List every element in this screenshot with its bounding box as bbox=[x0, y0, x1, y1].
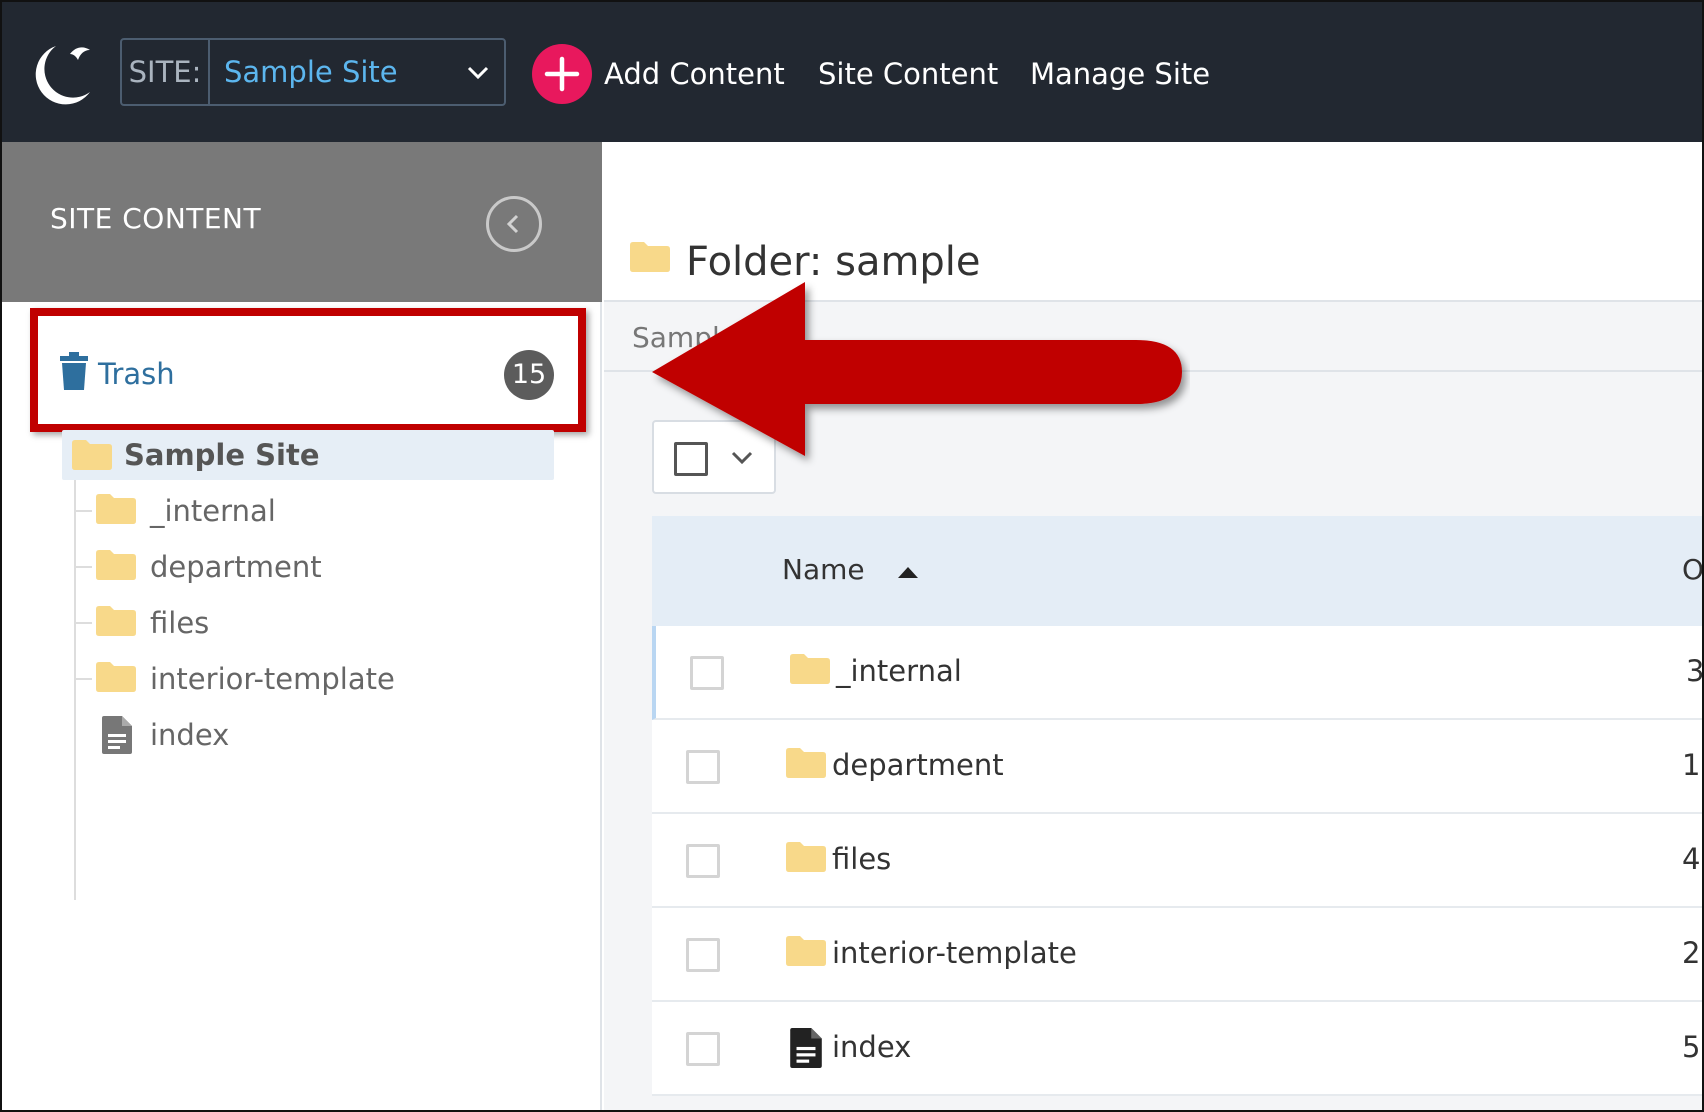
site-name: Sample Site bbox=[224, 55, 398, 89]
row-name[interactable]: index bbox=[832, 1026, 911, 1068]
folder-icon bbox=[630, 242, 670, 272]
tree-item-label: index bbox=[150, 718, 230, 752]
row-order: 4 bbox=[1682, 842, 1701, 876]
plus-icon bbox=[544, 56, 580, 92]
tree-branch-line bbox=[76, 566, 92, 568]
folder-icon bbox=[96, 550, 136, 580]
site-content-link[interactable]: Site Content bbox=[818, 50, 998, 98]
chevron-down-icon bbox=[467, 66, 489, 80]
folder-icon bbox=[96, 494, 136, 524]
folder-icon bbox=[96, 662, 136, 692]
row-name[interactable]: _internal bbox=[836, 650, 962, 692]
folder-icon bbox=[96, 606, 136, 636]
row-name[interactable]: department bbox=[832, 744, 1004, 786]
table-header: Name Or bbox=[652, 516, 1704, 626]
tree-item[interactable]: department bbox=[76, 542, 546, 592]
tree-item[interactable]: interior-template bbox=[76, 654, 546, 704]
row-order: 2 bbox=[1682, 936, 1701, 970]
add-content-button-icon[interactable] bbox=[532, 44, 592, 104]
chevron-left-icon bbox=[506, 214, 519, 234]
table-row[interactable]: _internal 3 bbox=[652, 626, 1704, 720]
tree-item[interactable]: files bbox=[76, 598, 546, 648]
tree-root-sample-site[interactable]: Sample Site bbox=[62, 430, 554, 480]
table-row[interactable]: interior-template 2 bbox=[652, 908, 1704, 1002]
logo-icon[interactable] bbox=[26, 40, 98, 112]
tree-branch-line bbox=[76, 622, 92, 624]
content-table: Name Or _internal 3 department 1 bbox=[652, 516, 1704, 1096]
tree-item-label: interior-template bbox=[150, 662, 395, 696]
row-checkbox[interactable] bbox=[686, 1032, 720, 1066]
row-order: 3 bbox=[1686, 654, 1704, 688]
folder-icon bbox=[790, 654, 830, 684]
row-checkbox[interactable] bbox=[686, 750, 720, 784]
table-row[interactable]: files 4 bbox=[652, 814, 1704, 908]
folder-icon bbox=[786, 936, 826, 966]
main-header: Folder: sample bbox=[604, 142, 1704, 302]
row-checkbox[interactable] bbox=[686, 844, 720, 878]
row-name[interactable]: files bbox=[832, 838, 891, 880]
sort-ascending-icon[interactable] bbox=[898, 566, 918, 578]
add-content-link[interactable]: Add Content bbox=[604, 50, 785, 98]
annotation-arrow bbox=[652, 282, 1182, 456]
table-row[interactable]: index 5 bbox=[652, 1002, 1704, 1096]
name-column-header[interactable]: Name bbox=[782, 550, 865, 590]
tree-item[interactable]: index bbox=[76, 710, 546, 760]
table-row[interactable]: department 1 bbox=[652, 720, 1704, 814]
sidebar-header: SITE CONTENT bbox=[0, 142, 602, 302]
page-icon bbox=[102, 716, 132, 754]
order-column-header[interactable]: Or bbox=[1682, 550, 1704, 590]
folder-icon bbox=[786, 748, 826, 778]
tree-item[interactable]: _internal bbox=[76, 486, 546, 536]
row-checkbox[interactable] bbox=[690, 656, 724, 690]
tree-item-label: _internal bbox=[150, 494, 276, 528]
tree-branch-line bbox=[76, 510, 92, 512]
tree-root-label: Sample Site bbox=[124, 438, 320, 472]
sidebar: SITE CONTENT Trash 15 Sample Site _inter… bbox=[0, 142, 602, 1112]
tree-item-label: files bbox=[150, 606, 210, 640]
manage-site-link[interactable]: Manage Site bbox=[1030, 50, 1210, 98]
row-order: 5 bbox=[1682, 1030, 1701, 1064]
folder-icon bbox=[786, 842, 826, 872]
folder-icon bbox=[72, 440, 112, 470]
sidebar-title: SITE CONTENT bbox=[50, 202, 262, 235]
site-prefix-label: SITE: bbox=[122, 40, 210, 104]
tree-item-label: department bbox=[150, 550, 322, 584]
top-navigation-bar: SITE: Sample Site Add Content Site Conte… bbox=[0, 0, 1704, 142]
site-selector[interactable]: SITE: Sample Site bbox=[120, 38, 506, 106]
tree-branch-line bbox=[76, 678, 92, 680]
page-icon bbox=[790, 1028, 822, 1068]
row-checkbox[interactable] bbox=[686, 938, 720, 972]
collapse-sidebar-button[interactable] bbox=[486, 196, 542, 252]
annotation-highlight-box bbox=[30, 308, 586, 432]
row-name[interactable]: interior-template bbox=[832, 932, 1077, 974]
row-order: 1 bbox=[1682, 748, 1701, 782]
